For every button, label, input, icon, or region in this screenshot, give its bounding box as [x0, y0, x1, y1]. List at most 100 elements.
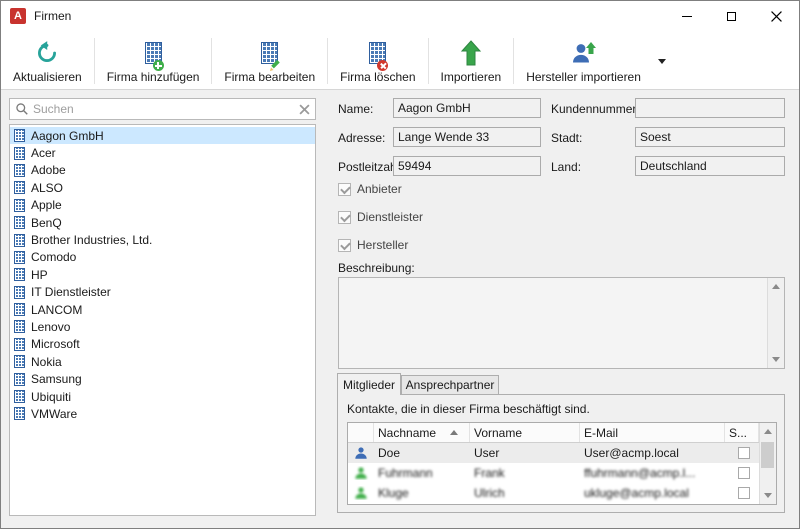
header-s[interactable]: S... — [725, 423, 759, 442]
refresh-button[interactable]: Aktualisieren — [3, 33, 92, 89]
table-scrollbar[interactable] — [759, 423, 776, 504]
list-item[interactable]: Comodo — [10, 249, 315, 266]
sort-asc-icon — [450, 430, 458, 435]
cell-nachname: Kluge — [374, 486, 470, 500]
scrollbar-thumb[interactable] — [761, 442, 774, 468]
clear-search-icon[interactable] — [299, 104, 310, 115]
company-delete-icon — [369, 42, 386, 64]
row-checkbox[interactable] — [738, 467, 750, 479]
arrow-down-icon — [772, 357, 780, 362]
table-row[interactable]: Kluge Ulrich ukluge@acmp.local — [348, 483, 759, 503]
header-vorname-label: Vorname — [474, 426, 522, 440]
company-list: Aagon GmbH Acer Adobe ALSO Apple BenQ Br… — [9, 124, 316, 516]
tab-ansprechpartner[interactable]: Ansprechpartner — [401, 375, 499, 395]
close-button[interactable] — [754, 1, 799, 31]
list-item[interactable]: Microsoft — [10, 336, 315, 353]
company-add-button[interactable]: Firma hinzufügen — [97, 33, 210, 89]
manufacturer-import-button[interactable]: Hersteller importieren — [516, 33, 651, 89]
company-delete-label: Firma löschen — [340, 70, 415, 84]
header-nachname[interactable]: Nachname — [374, 423, 470, 442]
company-name: Brother Industries, Ltd. — [31, 233, 152, 247]
tab-mitglieder[interactable]: Mitglieder — [337, 373, 401, 395]
row-checkbox[interactable] — [738, 487, 750, 499]
description-label: Beschreibung: — [338, 261, 415, 275]
company-name: Lenovo — [31, 320, 70, 334]
search-box — [9, 98, 316, 120]
scrollbar-track[interactable] — [760, 440, 776, 487]
scroll-down-button[interactable] — [760, 487, 776, 504]
zip-field[interactable]: 59494 — [393, 156, 541, 176]
manufacturer-import-icon — [570, 40, 597, 66]
list-item[interactable]: LANCOM — [10, 301, 315, 318]
list-item[interactable]: Samsung — [10, 370, 315, 387]
list-item[interactable]: Ubiquiti — [10, 388, 315, 405]
tab-mitglieder-label: Mitglieder — [343, 378, 395, 392]
arrow-up-icon — [772, 284, 780, 289]
firmen-window: A Firmen Aktualisieren Firma hinzufügen … — [0, 0, 800, 529]
company-name: HP — [31, 268, 48, 282]
list-item[interactable]: Apple — [10, 197, 315, 214]
list-item[interactable]: Acer — [10, 144, 315, 161]
company-name: Microsoft — [31, 337, 80, 351]
dienstleister-checkbox — [338, 211, 351, 224]
hersteller-label: Hersteller — [357, 238, 408, 252]
company-add-icon — [145, 42, 162, 64]
country-field[interactable]: Deutschland — [635, 156, 785, 176]
company-name: IT Dienstleister — [31, 285, 111, 299]
company-icon — [14, 199, 25, 212]
pencil-icon — [269, 59, 282, 72]
list-item[interactable]: HP — [10, 266, 315, 283]
list-item[interactable]: IT Dienstleister — [10, 284, 315, 301]
scrollbar-track[interactable] — [768, 295, 784, 351]
list-item[interactable]: Brother Industries, Ltd. — [10, 231, 315, 248]
company-icon — [14, 164, 25, 177]
title-bar: A Firmen — [1, 1, 799, 31]
header-nachname-label: Nachname — [378, 426, 436, 440]
company-name: Ubiquiti — [31, 390, 71, 404]
list-item[interactable]: Nokia — [10, 353, 315, 370]
description-field[interactable] — [338, 277, 785, 369]
dienstleister-checkbox-row: Dienstleister — [338, 210, 423, 224]
description-scrollbar[interactable] — [767, 278, 784, 368]
customer-number-field[interactable] — [635, 98, 785, 118]
company-icon — [14, 181, 25, 194]
minimize-button[interactable] — [664, 1, 709, 31]
chevron-down-icon — [658, 59, 666, 64]
name-field[interactable]: Aagon GmbH — [393, 98, 541, 118]
search-input[interactable] — [33, 102, 299, 116]
list-item[interactable]: Adobe — [10, 162, 315, 179]
import-button[interactable]: Importieren — [431, 33, 512, 89]
table-row[interactable]: Fuhrmann Frank ffuhrmann@acmp.l... — [348, 463, 759, 483]
list-item[interactable]: ALSO — [10, 179, 315, 196]
company-name: Apple — [31, 198, 62, 212]
row-checkbox[interactable] — [738, 447, 750, 459]
scroll-up-button[interactable] — [768, 278, 784, 295]
company-icon — [14, 373, 25, 386]
header-vorname[interactable]: Vorname — [470, 423, 580, 442]
list-item[interactable]: Aagon GmbH — [10, 127, 315, 144]
company-edit-icon — [261, 42, 278, 64]
address-field[interactable]: Lange Wende 33 — [393, 127, 541, 147]
header-email[interactable]: E-Mail — [580, 423, 725, 442]
company-icon — [14, 303, 25, 316]
list-item[interactable]: BenQ — [10, 214, 315, 231]
company-icon — [14, 129, 25, 142]
members-table: Nachname Vorname E-Mail S... Doe User Us… — [347, 422, 777, 505]
cell-email: ffuhrmann@acmp.l... — [580, 466, 725, 480]
list-item[interactable]: VMWare — [10, 405, 315, 422]
list-item[interactable]: Lenovo — [10, 318, 315, 335]
city-field[interactable]: Soest — [635, 127, 785, 147]
manufacturer-import-dropdown[interactable] — [651, 33, 673, 89]
maximize-button[interactable] — [709, 1, 754, 31]
company-name: VMWare — [31, 407, 77, 421]
header-icon-column[interactable] — [348, 423, 374, 442]
company-edit-button[interactable]: Firma bearbeiten — [214, 33, 325, 89]
company-delete-button[interactable]: Firma löschen — [330, 33, 425, 89]
company-icon — [14, 268, 25, 281]
scroll-up-button[interactable] — [760, 423, 776, 440]
company-icon — [14, 286, 25, 299]
window-title: Firmen — [34, 9, 71, 23]
table-row[interactable]: Doe User User@acmp.local — [348, 443, 759, 463]
scroll-down-button[interactable] — [768, 351, 784, 368]
customer-number-label: Kundennummer: — [551, 102, 640, 116]
